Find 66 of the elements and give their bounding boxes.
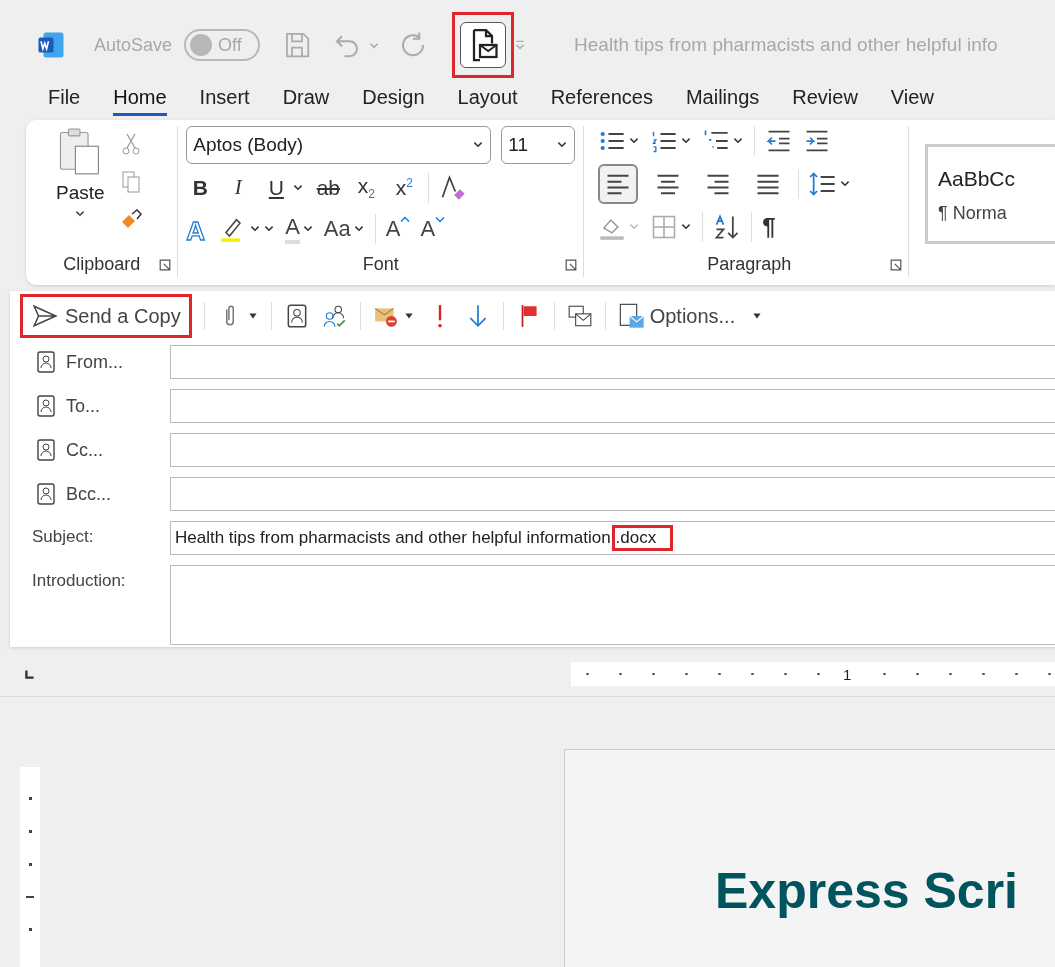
dialog-launcher-icon[interactable] [159, 259, 172, 272]
format-button[interactable]: ab [314, 171, 343, 204]
document-heading: Express Scri [715, 863, 1018, 919]
style-sample: AaBbCc [938, 166, 1017, 191]
ribbon-tab[interactable]: File [48, 82, 81, 116]
format-button[interactable]: A [385, 211, 411, 246]
person-card-icon [34, 481, 58, 508]
person-card-icon [34, 349, 58, 376]
font-name-dropdown[interactable]: Aptos (Body) [186, 125, 492, 164]
format-button[interactable]: A [186, 211, 206, 246]
ribbon-tab[interactable]: Mailings [685, 82, 760, 116]
window-title: Health tips from pharmacists and other helpful info [574, 34, 998, 56]
address-button[interactable]: To... [20, 389, 170, 424]
paste-button[interactable]: Paste [56, 125, 105, 252]
font-size-dropdown[interactable]: 11 [501, 125, 576, 164]
ribbon-tab[interactable]: Home [113, 82, 167, 116]
align-button[interactable] [598, 163, 639, 204]
caret-icon [400, 215, 411, 223]
ribbon-tab[interactable]: View [890, 82, 934, 116]
ribbon-tab[interactable]: Insert [199, 82, 250, 116]
show-formatting-button[interactable]: ¶ [762, 212, 776, 241]
format-button[interactable]: Aa [323, 211, 351, 246]
field-label: Subject: [31, 526, 95, 548]
address-field[interactable] [170, 477, 1055, 512]
format-button[interactable]: x$^{2}$ [390, 171, 419, 204]
introduction-field[interactable] [170, 565, 1055, 646]
options-button[interactable]: Options... [617, 302, 764, 331]
group-label: Paragraph [707, 253, 792, 275]
field-label: Introduction: [31, 570, 127, 592]
address-button[interactable]: From... [20, 345, 170, 380]
send-button[interactable]: Send a Copy [20, 294, 192, 339]
address-field[interactable] [170, 389, 1055, 424]
email-document-button[interactable] [452, 12, 515, 78]
ribbon-tab[interactable]: Draw [282, 82, 330, 116]
format-button[interactable]: x$_{2}$ [352, 171, 381, 204]
group-label: Clipboard [63, 253, 141, 275]
address-button[interactable]: Cc... [20, 433, 170, 468]
autosave-label: AutoSave [94, 34, 173, 56]
check-names-icon[interactable] [321, 303, 348, 330]
address-field[interactable] [170, 433, 1055, 468]
caret-icon [435, 215, 446, 223]
ribbon-tab[interactable]: References [550, 82, 653, 116]
format-button[interactable]: U [262, 171, 291, 204]
style-name: ¶ Norma [938, 202, 1008, 224]
send-icon [31, 303, 59, 330]
format-button[interactable]: A [285, 213, 300, 244]
ribbon-tab[interactable]: Design [362, 82, 425, 116]
ribbon-tab[interactable]: Layout [457, 82, 518, 116]
format-button[interactable]: A [420, 211, 446, 246]
subject-field[interactable]: Health tips from pharmacists and other helpful information .docx [170, 521, 1055, 556]
dialog-launcher-icon[interactable] [890, 259, 902, 272]
word-logo-icon [36, 30, 66, 60]
address-field[interactable] [170, 345, 1055, 380]
format-button[interactable]: I [224, 171, 253, 204]
format-button[interactable]: B [186, 171, 215, 204]
person-card-icon [34, 393, 58, 420]
line-spacing-icon[interactable] [809, 169, 838, 198]
ribbon-tab[interactable]: Review [792, 82, 858, 116]
document-email-icon [460, 22, 507, 68]
style-gallery-item[interactable]: AaBbCc ¶ Norma [925, 143, 1055, 244]
dialog-launcher-icon[interactable] [565, 259, 578, 272]
group-label: Font [362, 253, 399, 275]
envelope-document-icon [617, 302, 646, 331]
person-card-icon [34, 437, 58, 464]
address-button[interactable]: Bcc... [20, 477, 170, 512]
tab-selector-icon[interactable] [24, 668, 36, 681]
